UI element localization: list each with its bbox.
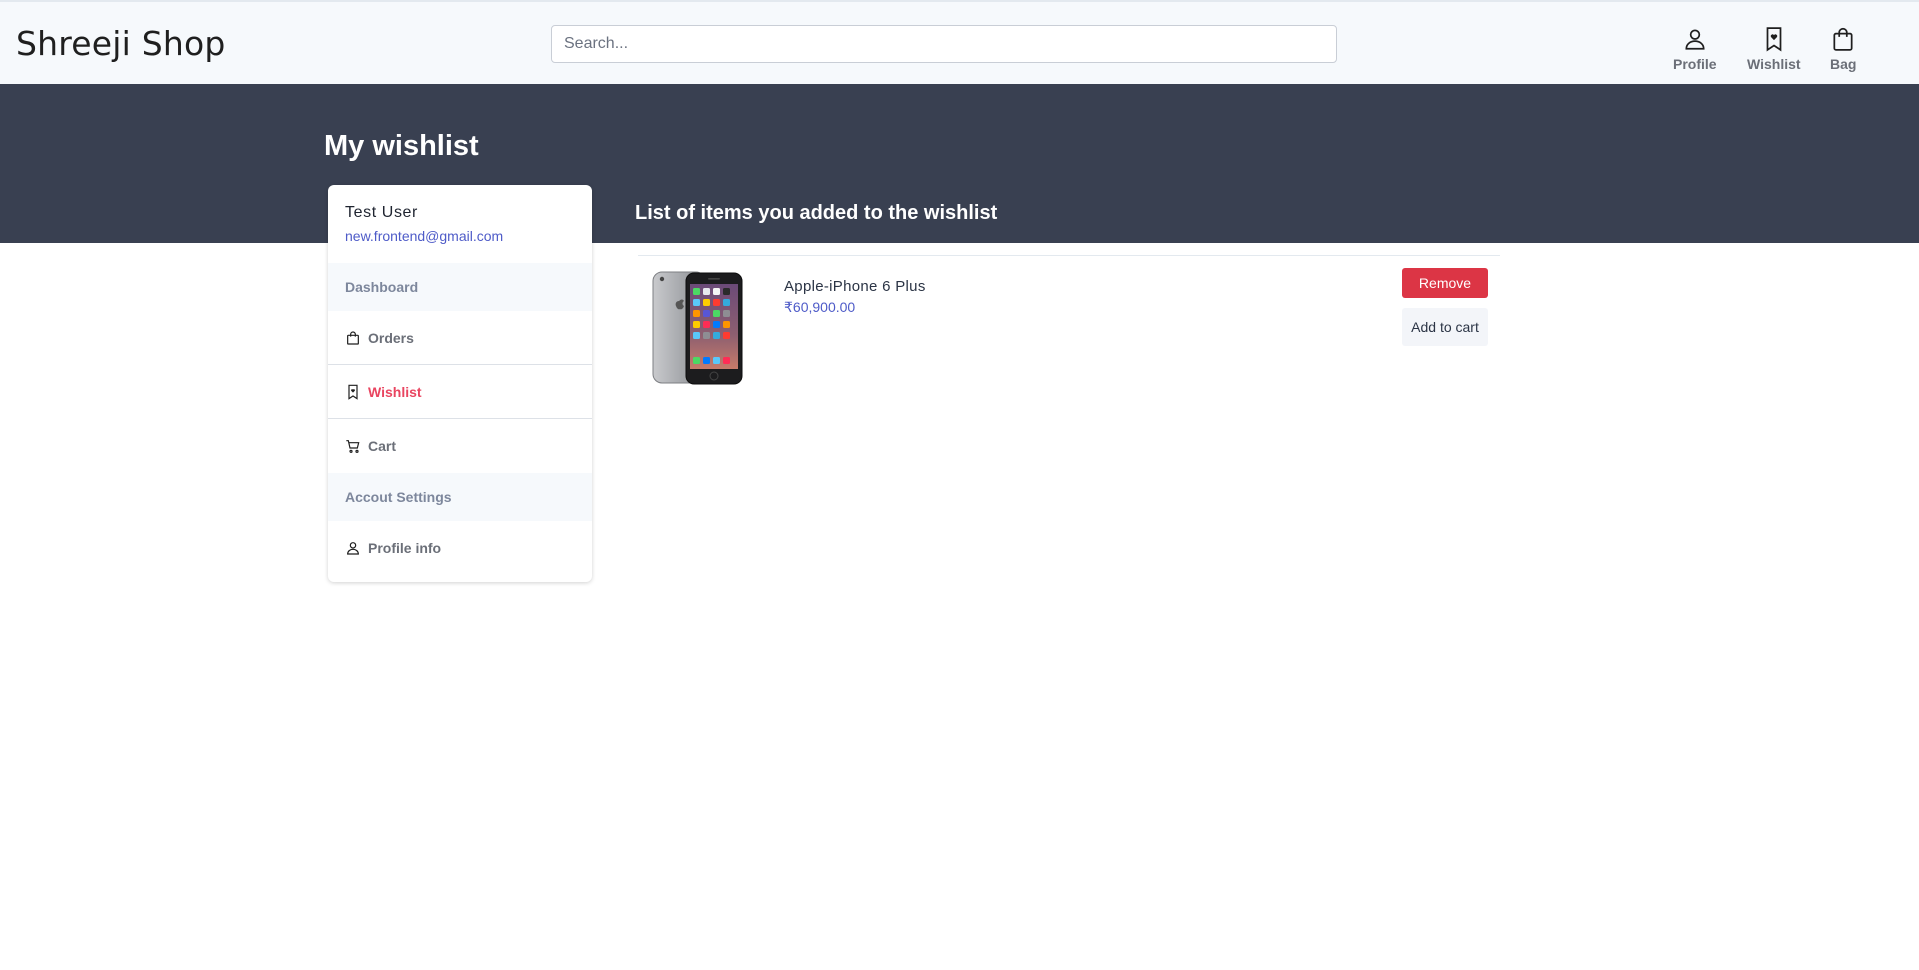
page-title: My wishlist xyxy=(324,130,479,162)
product-name[interactable]: Apple-iPhone 6 Plus xyxy=(784,278,926,295)
user-email: new.frontend@gmail.com xyxy=(345,228,504,244)
nav-wishlist-label: Wishlist xyxy=(1747,56,1801,72)
account-sidebar: Test User new.frontend@gmail.com Dashboa… xyxy=(328,185,592,582)
sidebar-item-label: Wishlist xyxy=(368,383,422,400)
sidebar-item-label: Orders xyxy=(368,329,414,346)
sidebar-item-wishlist[interactable]: Wishlist xyxy=(328,365,592,419)
bag-icon xyxy=(1833,27,1853,51)
nav-profile-label: Profile xyxy=(1673,56,1717,72)
sidebar-item-label: Cart xyxy=(368,438,397,454)
sidebar-item-profile-info[interactable]: Profile info xyxy=(328,521,592,575)
bag-icon xyxy=(347,330,359,345)
search-input[interactable] xyxy=(551,25,1337,63)
remove-button[interactable]: Remove xyxy=(1402,268,1488,298)
top-navbar: Shreeji Shop Profile Wishlist Bag xyxy=(0,0,1919,84)
list-divider xyxy=(638,255,1500,256)
user-icon xyxy=(347,542,359,555)
bookmark-heart-icon xyxy=(348,384,358,400)
sidebar-heading-settings: Accout Settings xyxy=(328,473,592,521)
product-image[interactable] xyxy=(652,271,744,385)
nav-bag-label: Bag xyxy=(1830,56,1857,72)
sidebar-item-cart[interactable]: Cart xyxy=(328,419,592,473)
nav-wishlist[interactable]: Wishlist xyxy=(1747,26,1801,72)
nav-bag[interactable]: Bag xyxy=(1830,26,1856,72)
user-icon xyxy=(1685,29,1705,50)
add-to-cart-button[interactable]: Add to cart xyxy=(1402,308,1488,346)
sidebar-item-label: Profile info xyxy=(368,540,442,556)
nav-profile[interactable]: Profile xyxy=(1673,26,1717,72)
sidebar-heading-dashboard: Dashboard xyxy=(328,263,592,311)
brand-logo[interactable]: Shreeji Shop xyxy=(16,24,226,63)
cart-icon xyxy=(346,440,360,453)
section-title: List of items you added to the wishlist xyxy=(635,202,998,224)
sidebar-item-orders[interactable]: Orders xyxy=(328,311,592,365)
user-name: Test User xyxy=(345,204,418,221)
product-price: ₹60,900.00 xyxy=(784,299,856,315)
bookmark-heart-icon xyxy=(1766,27,1782,52)
